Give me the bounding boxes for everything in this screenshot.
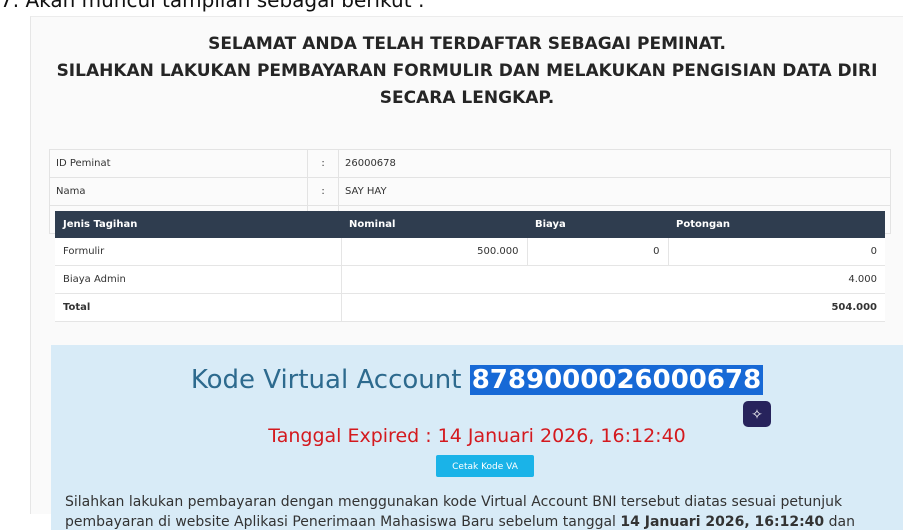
info-row-id: ID Peminat : 26000678 — [49, 149, 891, 178]
sparkle-icon[interactable]: ✧ — [743, 401, 771, 427]
note-text-end: dan — [824, 514, 855, 530]
col-header-nominal: Nominal — [341, 211, 527, 238]
instruction-caption: 7. Akan muncul tampilan sebagai berikut … — [0, 0, 425, 12]
info-value: 26000678 — [338, 149, 891, 178]
print-va-button[interactable]: Cetak Kode VA — [436, 455, 534, 477]
va-title-label: Kode Virtual Account — [190, 365, 462, 395]
virtual-account-box: Kode Virtual Account 8789000026000678 ✧ … — [51, 345, 903, 530]
bill-total-label: Total — [55, 293, 341, 322]
bill-biaya: 0 — [526, 238, 668, 266]
info-value: SAY HAY — [338, 177, 891, 206]
info-separator: : — [307, 177, 339, 206]
bill-nominal: 500.000 — [340, 238, 527, 266]
heading-line-1: SELAMAT ANDA TELAH TERDAFTAR SEBAGAI PEM… — [208, 34, 726, 54]
expired-date: Tanggal Expired : 14 Januari 2026, 16:12… — [268, 425, 686, 447]
info-separator: : — [307, 149, 339, 178]
va-code[interactable]: 8789000026000678 — [469, 365, 764, 395]
col-header-jenis: Jenis Tagihan — [55, 211, 341, 238]
info-row-name: Nama : SAY HAY — [49, 177, 891, 206]
table-row-total: Total 504.000 — [55, 293, 885, 322]
payment-note: Silahkan lakukan pembayaran dengan mengg… — [65, 492, 885, 532]
bill-value: 4.000 — [340, 265, 885, 294]
heading-line-3: SECARA LENGKAP. — [379, 88, 555, 108]
note-deadline: 14 Januari 2026, 16:12:40 — [620, 514, 825, 530]
billing-table: Jenis Tagihan Nominal Biaya Potongan For… — [55, 211, 885, 322]
table-row: Biaya Admin 4.000 — [55, 265, 885, 294]
col-header-biaya: Biaya — [527, 211, 668, 238]
billing-table-container: Jenis Tagihan Nominal Biaya Potongan For… — [55, 211, 885, 322]
registration-panel: SELAMAT ANDA TELAH TERDAFTAR SEBAGAI PEM… — [30, 16, 903, 530]
bill-total-value: 504.000 — [340, 293, 885, 322]
billing-header-row: Jenis Tagihan Nominal Biaya Potongan — [55, 211, 885, 238]
info-label: Nama — [49, 177, 308, 206]
col-header-potongan: Potongan — [668, 211, 885, 238]
page-heading: SELAMAT ANDA TELAH TERDAFTAR SEBAGAI PEM… — [31, 31, 903, 112]
info-label: ID Peminat — [49, 149, 308, 178]
bill-potongan: 0 — [667, 238, 885, 266]
table-row: Formulir 500.000 0 0 — [55, 238, 885, 266]
heading-line-2: SILAHKAN LAKUKAN PEMBAYARAN FORMULIR DAN… — [56, 61, 878, 81]
va-title: Kode Virtual Account 8789000026000678 — [51, 365, 903, 395]
bill-name: Biaya Admin — [55, 265, 341, 294]
bill-name: Formulir — [55, 238, 341, 266]
